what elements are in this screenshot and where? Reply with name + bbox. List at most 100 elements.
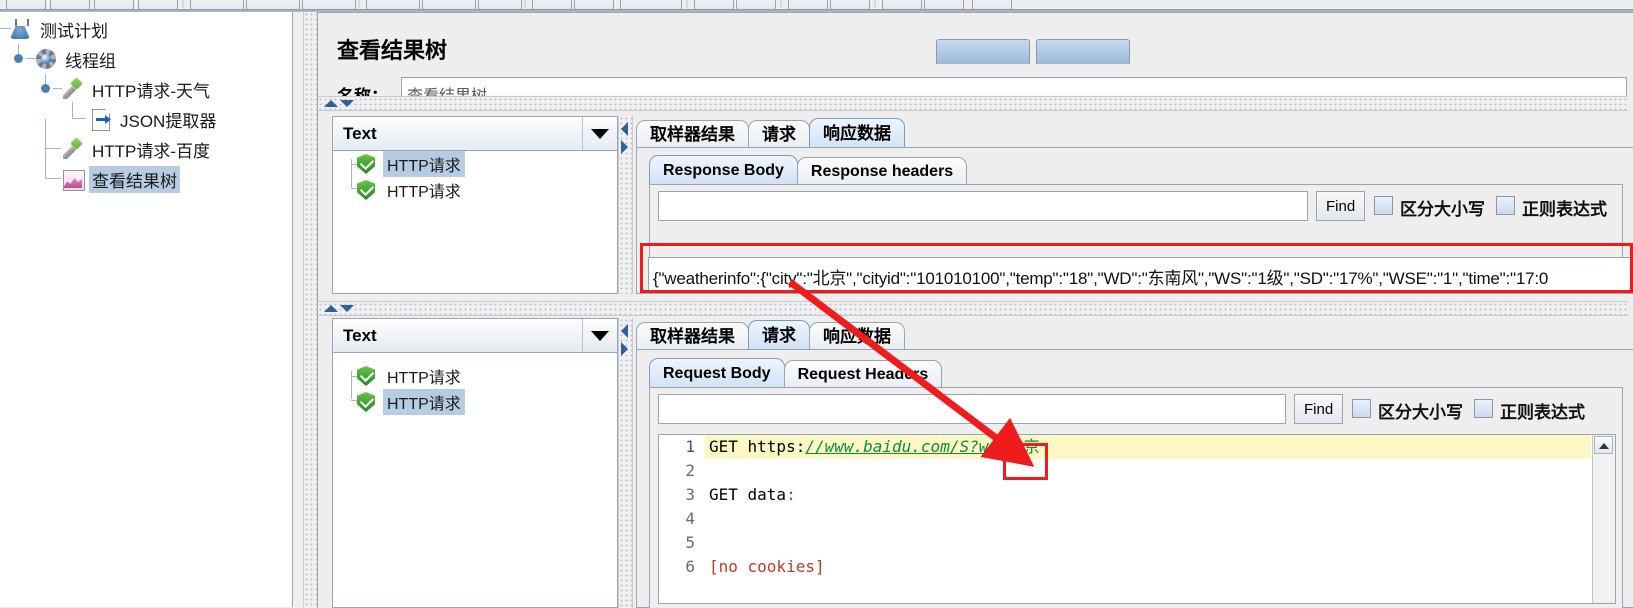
- hidden-button-left[interactable]: [936, 39, 1030, 64]
- lower-inner-splitter[interactable]: [618, 318, 633, 608]
- lower-tab-body: Request Body Request Headers Find 区分大小写 …: [636, 349, 1633, 608]
- code-vertical-scrollbar[interactable]: [1592, 435, 1615, 603]
- tree-connector: [45, 178, 61, 179]
- view-results-tree-panel: 查看结果树 名称： 查看结果树 Text HTTP请求: [317, 12, 1633, 608]
- lower-find-button[interactable]: Find: [1294, 394, 1344, 424]
- tab-request[interactable]: 请求: [748, 320, 810, 350]
- subtab-request-headers[interactable]: Request Headers: [783, 360, 943, 388]
- subtab-response-body[interactable]: Response Body: [649, 155, 798, 185]
- collapse-up-arrow-icon[interactable]: [324, 305, 338, 312]
- tree-connector: [45, 119, 46, 149]
- toolbar-button[interactable]: [788, 0, 828, 9]
- response-body-text[interactable]: {"weatherinfo":{"city":"北京","cityid":"10…: [648, 257, 1633, 294]
- lower-match-case-checkbox[interactable]: [1352, 399, 1371, 418]
- toolbar-button[interactable]: [694, 0, 734, 9]
- upper-inner-splitter[interactable]: [618, 116, 633, 294]
- chevron-down-icon[interactable]: [591, 129, 609, 139]
- lower-find-input[interactable]: [658, 394, 1286, 424]
- upper-subtabstrip[interactable]: Response Body Response headers: [649, 153, 968, 185]
- chevron-down-icon[interactable]: [591, 331, 609, 341]
- success-shield-icon: [355, 179, 377, 201]
- collapse-down-arrow-icon[interactable]: [340, 305, 354, 312]
- code-lines[interactable]: GET https://www.baidu.com/S?wd=北京 GET da…: [705, 435, 1591, 579]
- lower-sampler-result-tree[interactable]: Text HTTP请求 HTTP请求: [332, 318, 618, 608]
- toolbar-button[interactable]: [972, 0, 1012, 9]
- code-line[interactable]: [705, 459, 1591, 483]
- tree-handle[interactable]: [41, 84, 50, 93]
- toolbar-button[interactable]: [422, 0, 476, 9]
- sampler-result-row[interactable]: HTTP请求: [333, 151, 617, 177]
- toolbar-button[interactable]: [366, 0, 420, 9]
- sampler-result-row[interactable]: HTTP请求: [333, 363, 617, 389]
- toolbar-button[interactable]: [190, 0, 244, 9]
- toolbar-button[interactable]: [532, 0, 572, 9]
- sampler-result-row[interactable]: HTTP请求: [333, 177, 617, 203]
- code-colon: :: [786, 485, 796, 504]
- toolbar-button[interactable]: [6, 0, 46, 9]
- collapse-up-arrow-icon[interactable]: [324, 100, 338, 107]
- lower-render-select[interactable]: Text: [333, 319, 617, 353]
- upper-find-input[interactable]: [658, 191, 1308, 221]
- tab-response-data[interactable]: 响应数据: [809, 322, 905, 350]
- test-plan-tree[interactable]: 测试计划 线程组 HTTP请求-天气 JSON提取器 HTTP请求-百度 查看结…: [0, 14, 292, 194]
- tree-node-label: 查看结果树: [89, 165, 180, 193]
- toolbar-button[interactable]: [246, 0, 300, 9]
- upper-render-select-value: Text: [343, 124, 377, 143]
- subtab-response-headers[interactable]: Response headers: [796, 157, 968, 185]
- toolbar-button[interactable]: [882, 0, 922, 9]
- tab-sampler-results[interactable]: 取样器结果: [636, 120, 749, 148]
- toolbar-button[interactable]: [574, 0, 614, 9]
- upper-render-select[interactable]: Text: [333, 117, 617, 151]
- main-vertical-splitter[interactable]: [303, 12, 318, 607]
- tab-request[interactable]: 请求: [748, 120, 810, 148]
- tab-response-data[interactable]: 响应数据: [809, 118, 905, 148]
- toolbar-button[interactable]: [50, 0, 90, 9]
- collapse-left-arrow-icon[interactable]: [621, 122, 628, 136]
- collapse-right-arrow-icon[interactable]: [621, 140, 628, 154]
- tree-node-thread-group[interactable]: 线程组: [0, 44, 292, 74]
- hidden-button-right[interactable]: [1036, 39, 1130, 64]
- upper-horizontal-splitter[interactable]: [318, 96, 1628, 111]
- main-toolbar[interactable]: [0, 0, 1633, 9]
- tree-node-test-plan[interactable]: 测试计划: [0, 14, 292, 44]
- tree-node-http-request-weather[interactable]: HTTP请求-天气: [0, 74, 292, 104]
- tree-handle[interactable]: [14, 54, 23, 63]
- toolbar-button[interactable]: [302, 0, 356, 9]
- subtab-request-body[interactable]: Request Body: [649, 358, 785, 388]
- toolbar-button[interactable]: [620, 0, 682, 9]
- toolbar-button[interactable]: [924, 0, 964, 9]
- scroll-up-arrow-icon[interactable]: [1594, 436, 1613, 454]
- request-body-code-area[interactable]: 1 2 3 4 5 6 GET https://www.baidu.com/S?…: [658, 434, 1616, 604]
- tree-node-json-extractor[interactable]: JSON提取器: [0, 102, 292, 134]
- lower-regex-checkbox[interactable]: [1474, 399, 1493, 418]
- tab-sampler-results[interactable]: 取样器结果: [636, 322, 749, 350]
- code-line[interactable]: GET data:: [705, 483, 1591, 507]
- sampler-result-row[interactable]: HTTP请求: [333, 389, 617, 415]
- code-param-value: 北京: [1007, 437, 1040, 456]
- code-line[interactable]: [no cookies]: [705, 555, 1591, 579]
- lower-subtabstrip[interactable]: Request Body Request Headers: [649, 356, 943, 388]
- toolbar-button[interactable]: [736, 0, 776, 9]
- code-line[interactable]: GET https://www.baidu.com/S?wd=北京: [705, 435, 1591, 459]
- toolbar-button[interactable]: [478, 0, 522, 9]
- toolbar-button[interactable]: [94, 0, 134, 9]
- upper-tabstrip[interactable]: 取样器结果 请求 响应数据: [636, 116, 905, 148]
- toolbar-button[interactable]: [138, 0, 178, 9]
- upper-regex-checkbox[interactable]: [1496, 196, 1515, 215]
- test-plan-tree-panel[interactable]: 测试计划 线程组 HTTP请求-天气 JSON提取器 HTTP请求-百度 查看结…: [0, 12, 293, 607]
- collapse-down-arrow-icon[interactable]: [340, 100, 354, 107]
- tree-node-http-request-baidu[interactable]: HTTP请求-百度: [0, 119, 292, 164]
- lower-tabstrip[interactable]: 取样器结果 请求 响应数据: [636, 318, 905, 350]
- code-text: GET data: [709, 485, 787, 504]
- code-line[interactable]: [705, 531, 1591, 555]
- upper-sampler-result-tree[interactable]: Text HTTP请求 HTTP请求: [332, 116, 618, 294]
- collapse-right-arrow-icon[interactable]: [621, 342, 628, 356]
- code-line[interactable]: [705, 507, 1591, 531]
- toolbar-separator: [524, 0, 526, 8]
- lower-horizontal-splitter[interactable]: [318, 301, 1628, 316]
- collapse-left-arrow-icon[interactable]: [621, 324, 628, 338]
- upper-match-case-checkbox[interactable]: [1374, 196, 1393, 215]
- upper-find-button[interactable]: Find: [1316, 191, 1366, 221]
- toolbar-button[interactable]: [830, 0, 870, 9]
- tree-node-view-results-tree[interactable]: 查看结果树: [0, 149, 292, 194]
